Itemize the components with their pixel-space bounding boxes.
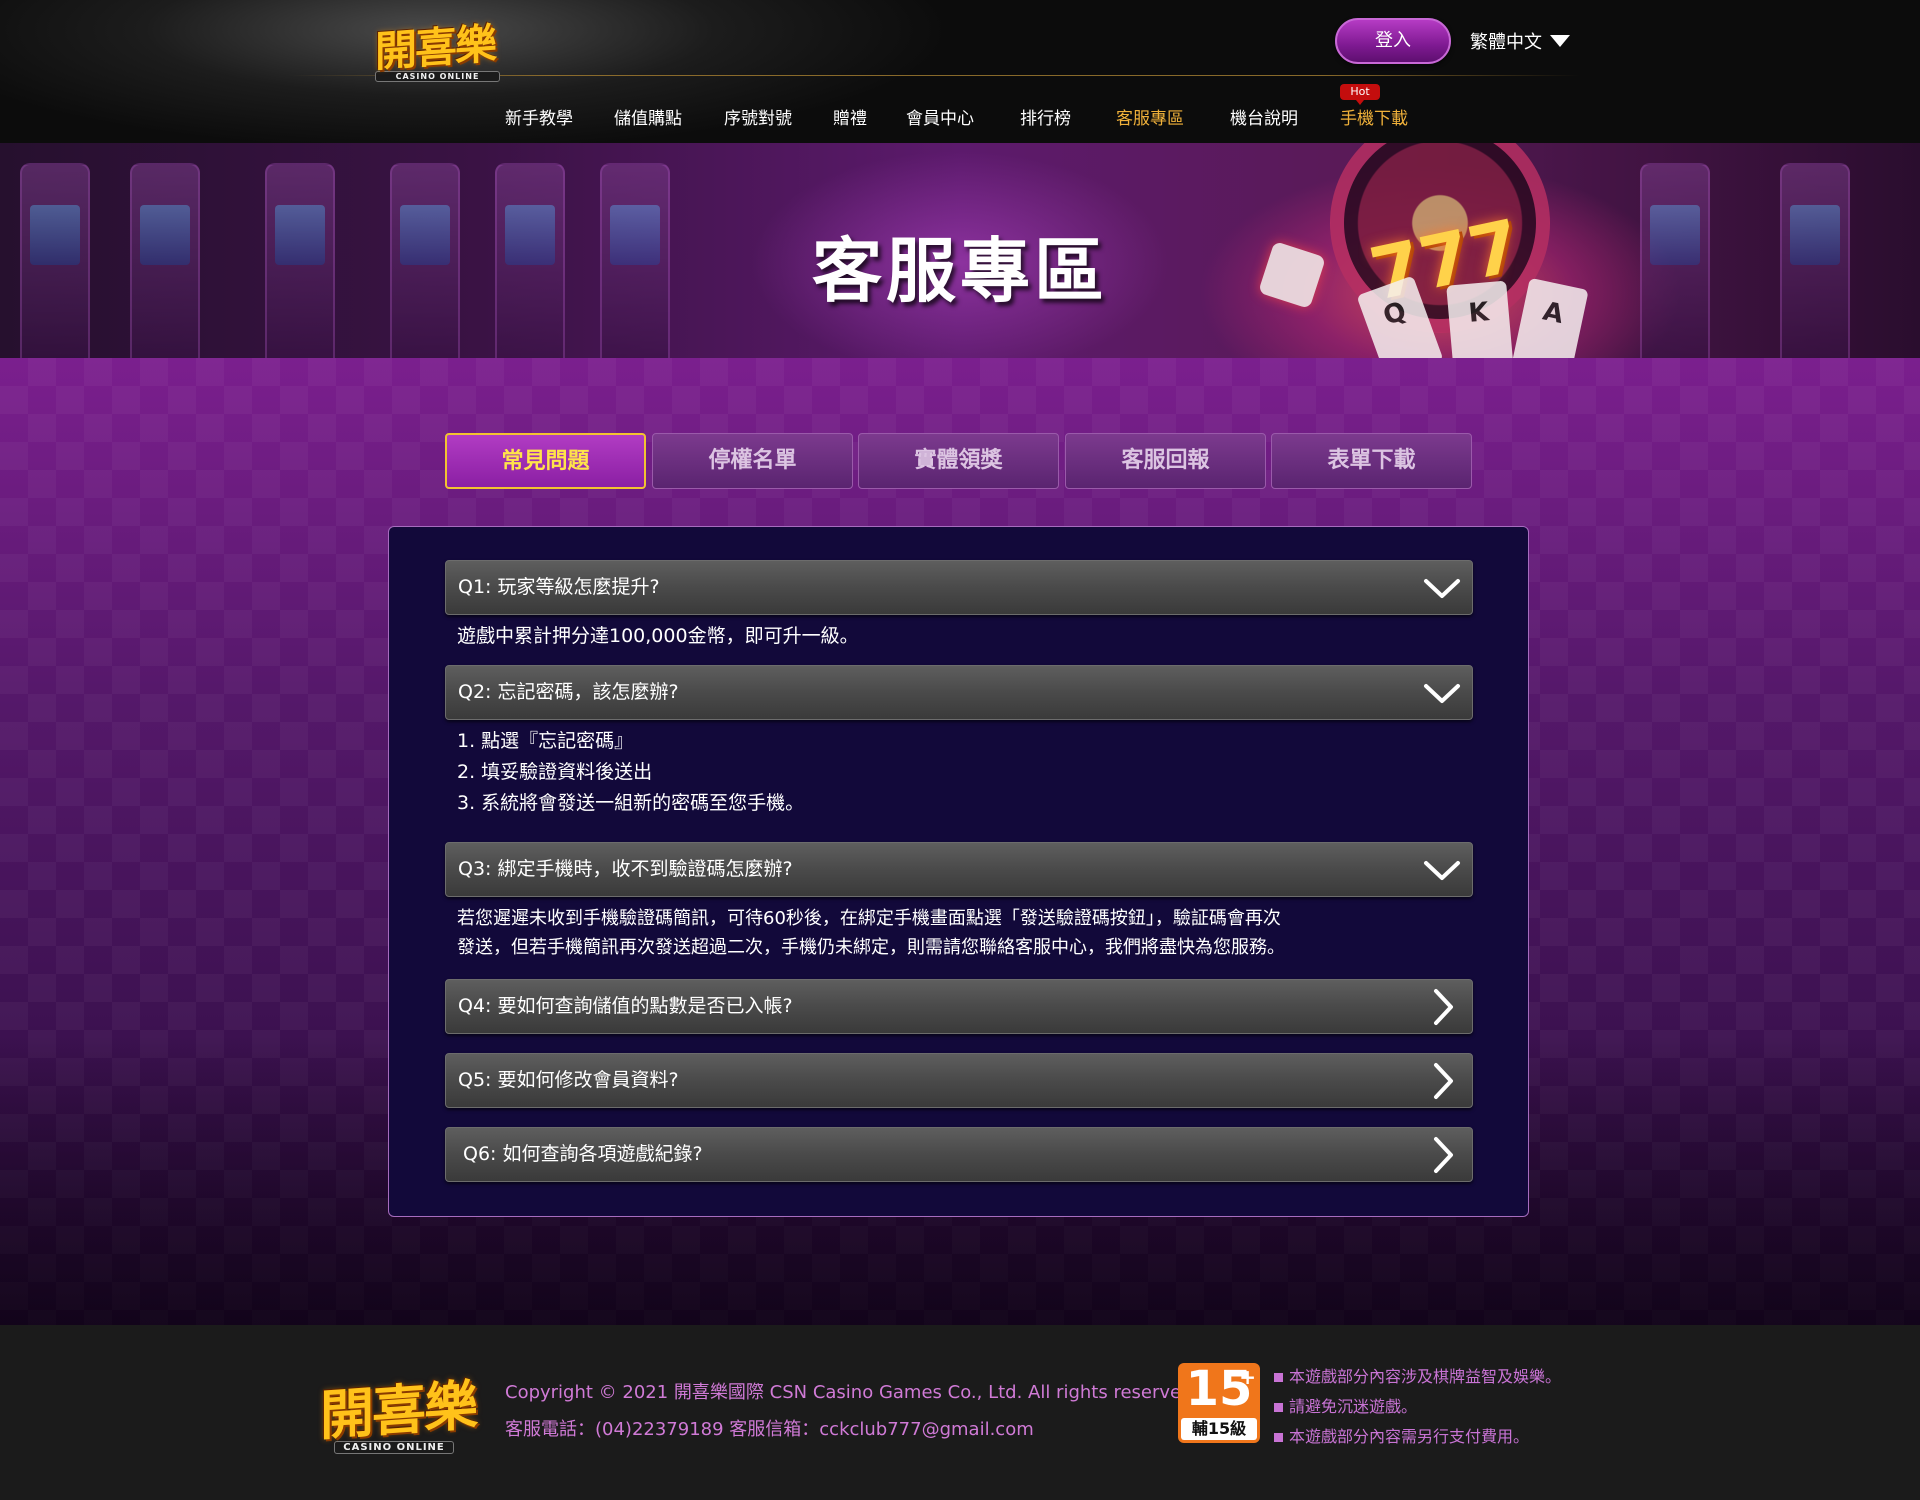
faq-question-text: Q2: 忘記密碼，該怎麼辦? [458, 681, 679, 703]
bullet-square-icon [1274, 1403, 1283, 1412]
site-header: 開喜樂 CASINO ONLINE 登入 繁體中文 新手教學 儲值購點 序號對號… [0, 0, 1920, 143]
faq-answer-line: 2. 填妥驗證資料後送出 [457, 761, 653, 783]
nav-item-gift[interactable]: 贈禮 [833, 104, 867, 129]
caret-down-icon [1550, 35, 1570, 47]
site-logo[interactable]: 開喜樂 CASINO ONLINE [375, 14, 500, 82]
main-content: 常見問題 停權名單 實體領獎 客服回報 表單下載 Q1: 玩家等級怎麼提升? 遊… [0, 358, 1920, 1325]
copyright-text: Copyright © 2021 開喜樂國際 CSN Casino Games … [505, 1382, 1199, 1403]
faq-question-text: Q1: 玩家等級怎麼提升? [458, 576, 660, 598]
faq-question-5[interactable]: Q5: 要如何修改會員資料? [445, 1053, 1473, 1108]
faq-question-text: Q5: 要如何修改會員資料? [458, 1069, 679, 1091]
notice-text: 本遊戲部分內容涉及棋牌益智及娛樂。 [1289, 1367, 1562, 1386]
nav-item-support[interactable]: 客服專區 [1116, 104, 1184, 129]
chevron-right-icon [1434, 989, 1453, 1025]
age-rating-badge: 15 + 輔15級 [1178, 1363, 1260, 1443]
faq-answer-line: 發送，但若手機簡訊再次發送超過二次，手機仍未綁定，則需請您聯絡客服中心，我們將盡… [457, 937, 1285, 958]
faq-answer-line: 1. 點選『忘記密碼』 [457, 730, 634, 752]
faq-answer-3: 若您遲遲未收到手機驗證碼簡訊，可待60秒後，在綁定手機畫面點選「發送驗證碼按鈕」… [457, 904, 1467, 962]
faq-question-2[interactable]: Q2: 忘記密碼，該怎麼辦? [445, 665, 1473, 720]
faq-answer-2: 1. 點選『忘記密碼』 2. 填妥驗證資料後送出 3. 系統將會發送一組新的密碼… [457, 726, 1467, 819]
language-label: 繁體中文 [1470, 32, 1542, 53]
hero-banner: 777 Q K A 客服專區 [0, 143, 1920, 358]
tab-form-download[interactable]: 表單下載 [1271, 433, 1472, 489]
chevron-down-icon [1424, 579, 1460, 598]
faq-question-6[interactable]: Q6: 如何查詢各項遊戲紀錄? [445, 1127, 1473, 1182]
faq-question-3[interactable]: Q3: 綁定手機時，收不到驗證碼怎麼辦? [445, 842, 1473, 897]
nav-item-topup[interactable]: 儲值購點 [614, 104, 682, 129]
tab-faq[interactable]: 常見問題 [445, 433, 646, 489]
bullet-square-icon [1274, 1433, 1283, 1442]
nav-item-member[interactable]: 會員中心 [906, 104, 974, 129]
faq-answer-line: 若您遲遲未收到手機驗證碼簡訊，可待60秒後，在綁定手機畫面點選「發送驗證碼按鈕」… [457, 908, 1281, 929]
faq-answer-line: 遊戲中累計押分達100,000金幣，即可升一級。 [457, 625, 859, 647]
faq-answer-line: 3. 系統將會發送一組新的密碼至您手機。 [457, 792, 805, 814]
contact-info: 客服電話：(04)22379189 客服信箱：cckclub777@gmail.… [505, 1419, 1034, 1440]
chevron-right-icon [1434, 1137, 1453, 1173]
chevron-down-icon [1424, 684, 1460, 703]
faq-question-text: Q6: 如何查詢各項遊戲紀錄? [463, 1143, 703, 1165]
logo-text: 開喜樂 [320, 1373, 476, 1448]
tab-physical-prize[interactable]: 實體領獎 [858, 433, 1059, 489]
notice-text: 請避免沉迷遊戲。 [1289, 1397, 1418, 1416]
page-title: 客服專區 [812, 230, 1108, 312]
footer-logo[interactable]: 開喜樂 CASINO ONLINE [320, 1366, 480, 1454]
rating-label: 輔15級 [1181, 1418, 1257, 1440]
login-button[interactable]: 登入 [1335, 18, 1451, 64]
bullet-square-icon [1274, 1373, 1283, 1382]
chevron-right-icon [1434, 1063, 1453, 1099]
tab-suspension-list[interactable]: 停權名單 [652, 433, 853, 489]
support-tabs: 常見問題 停權名單 實體領獎 客服回報 表單下載 [445, 433, 1475, 489]
main-nav: 新手教學 儲值購點 序號對號 贈禮 會員中心 排行榜 客服專區 機台說明 手機下… [0, 104, 1920, 134]
faq-panel: Q1: 玩家等級怎麼提升? 遊戲中累計押分達100,000金幣，即可升一級。 Q… [388, 526, 1529, 1217]
nav-item-tutorial[interactable]: 新手教學 [505, 104, 573, 129]
logo-text: 開喜樂 [375, 18, 496, 77]
notice-item: 本遊戲部分內容涉及棋牌益智及娛樂。 [1274, 1363, 1561, 1387]
notice-item: 請避免沉迷遊戲。 [1274, 1393, 1417, 1417]
tab-support-report[interactable]: 客服回報 [1065, 433, 1266, 489]
nav-item-mobile-download[interactable]: 手機下載 [1340, 104, 1408, 129]
faq-question-4[interactable]: Q4: 要如何查詢儲值的點數是否已入帳? [445, 979, 1473, 1034]
language-selector[interactable]: 繁體中文 [1470, 28, 1570, 54]
faq-question-1[interactable]: Q1: 玩家等級怎麼提升? [445, 560, 1473, 615]
notice-text: 本遊戲部分內容需另行支付費用。 [1289, 1427, 1530, 1446]
faq-question-text: Q4: 要如何查詢儲值的點數是否已入帳? [458, 995, 793, 1017]
faq-answer-1: 遊戲中累計押分達100,000金幣，即可升一級。 [457, 621, 1467, 652]
notice-item: 本遊戲部分內容需另行支付費用。 [1274, 1423, 1529, 1447]
nav-item-machines[interactable]: 機台說明 [1230, 104, 1298, 129]
site-footer: 開喜樂 CASINO ONLINE Copyright © 2021 開喜樂國際… [0, 1325, 1920, 1500]
chevron-down-icon [1424, 861, 1460, 880]
nav-item-serial[interactable]: 序號對號 [724, 104, 792, 129]
faq-question-text: Q3: 綁定手機時，收不到驗證碼怎麼辦? [458, 858, 793, 880]
hot-badge: Hot [1340, 84, 1380, 105]
rating-plus: + [1239, 1365, 1256, 1389]
nav-item-ranking[interactable]: 排行榜 [1020, 104, 1071, 129]
